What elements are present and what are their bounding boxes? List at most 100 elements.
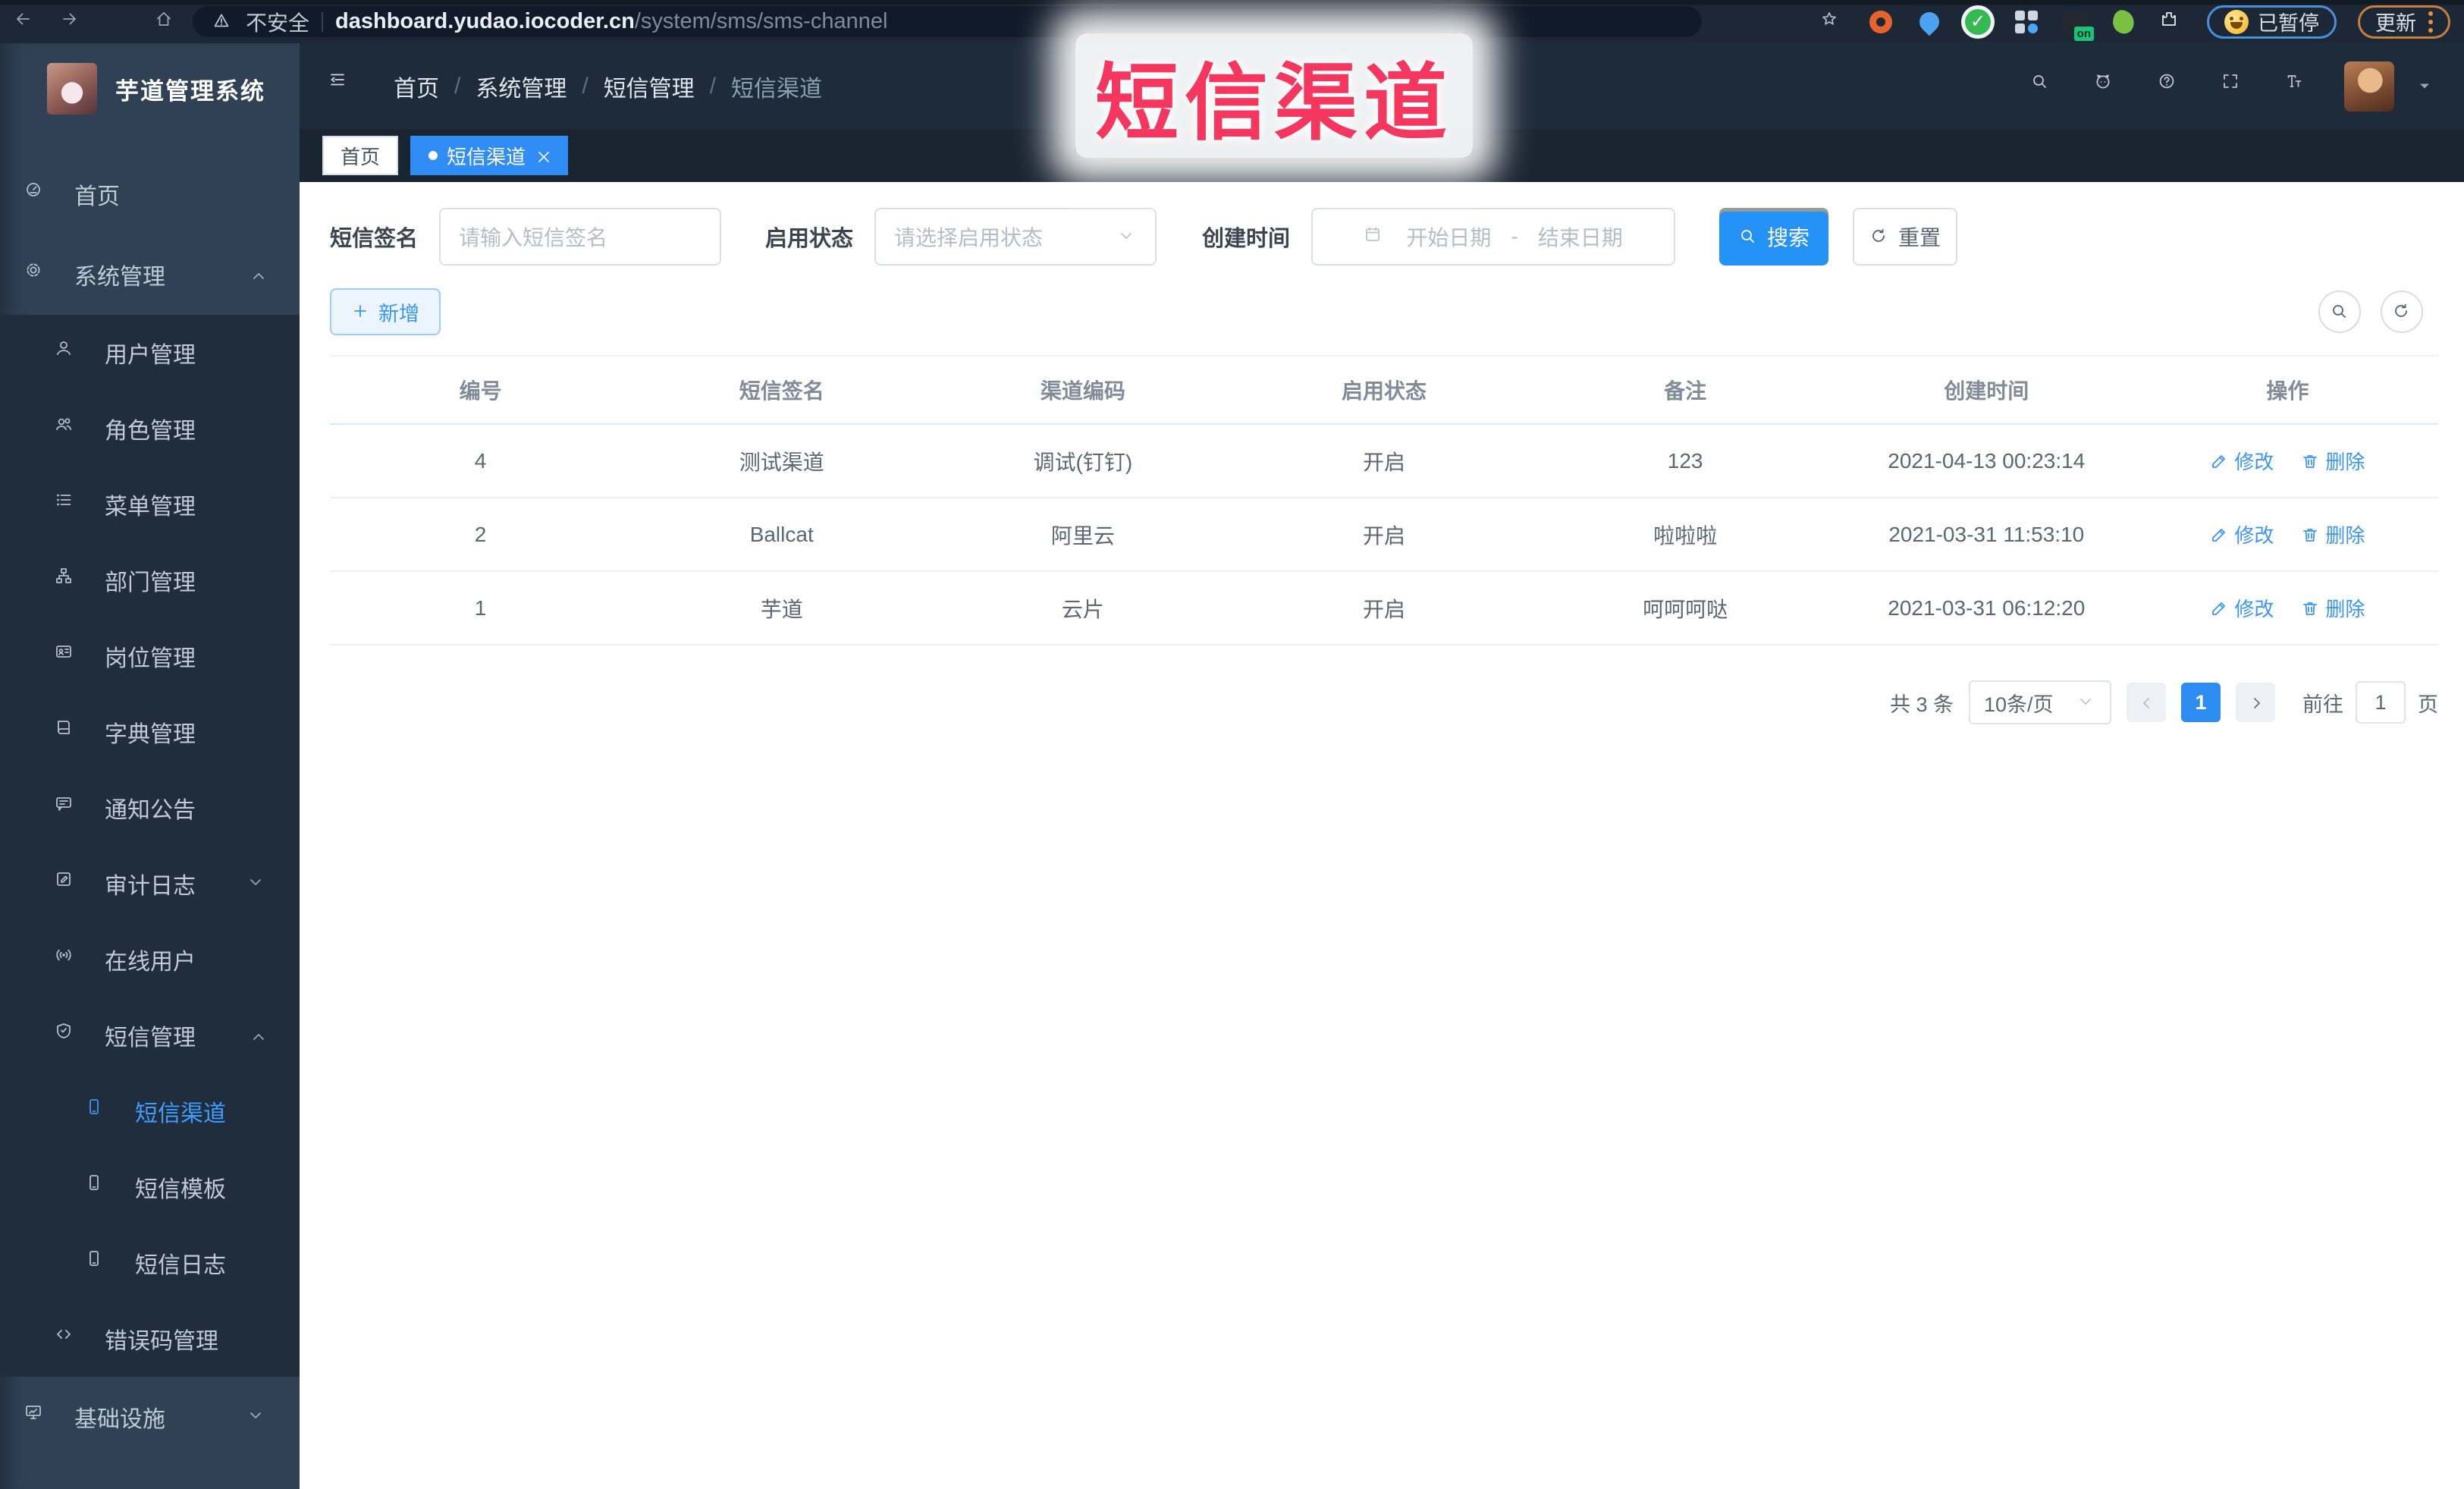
breadcrumb-item[interactable]: 短信管理	[604, 70, 695, 103]
sidebar-item-roles[interactable]: 角色管理	[0, 391, 300, 466]
sidebar-item-infra[interactable]: 基础设施	[0, 1377, 300, 1457]
table-row: 4 测试渠道 调试(钉钉) 开启 123 2021-04-13 00:23:14…	[330, 425, 2438, 498]
active-dot	[428, 151, 438, 160]
home-icon[interactable]	[155, 10, 179, 34]
fullscreen-icon[interactable]	[2221, 72, 2250, 101]
edit-link[interactable]: 修改	[2210, 594, 2274, 622]
view-tab[interactable]: 短信渠道	[410, 136, 569, 175]
sidebar-item-system[interactable]: 系统管理	[0, 234, 300, 315]
extension-green-icon[interactable]	[2110, 8, 2137, 36]
app-title: 芋道管理系统	[115, 77, 265, 105]
edit-icon	[2212, 602, 2226, 615]
menu-item-label: 菜单管理	[105, 495, 196, 520]
hamburger-icon[interactable]	[328, 71, 360, 102]
extension-pin-icon[interactable]	[1915, 8, 1944, 36]
edit-link[interactable]: 修改	[2210, 447, 2274, 475]
update-button[interactable]: 更新	[2358, 5, 2450, 39]
chevron-icon	[253, 273, 264, 279]
paused-badge[interactable]: 已暂停	[2207, 5, 2337, 39]
sidebar-item-sms-channel[interactable]: 短信渠道	[0, 1073, 300, 1149]
page-size-select[interactable]: 10条/页	[1969, 680, 2111, 724]
menu-item-icon	[57, 872, 71, 886]
search-icon[interactable]	[2030, 72, 2059, 101]
sidebar-item-posts[interactable]: 岗位管理	[0, 618, 300, 694]
reload-icon[interactable]	[108, 10, 132, 34]
sidebar-item-menus[interactable]: 菜单管理	[0, 466, 300, 542]
menu-item-icon	[57, 1330, 71, 1339]
tab-label: 短信渠道	[447, 145, 526, 168]
sms-channel-table: 编号 短信签名 渠道编码 启用状态 备注 创建时间 操作 4 测试渠道 调试(钉钉) 开启 …	[330, 355, 2438, 646]
sidebar-item-home[interactable]: 首页	[0, 154, 300, 234]
goto-page-input[interactable]: 1	[2356, 681, 2406, 724]
sidebar-item-users[interactable]: 用户管理	[0, 315, 300, 391]
edit-icon	[2212, 528, 2226, 542]
breadcrumb-item[interactable]: 系统管理	[476, 70, 567, 103]
search-icon	[1741, 230, 1754, 243]
caret-down-icon[interactable]	[2415, 77, 2435, 96]
emoji-icon	[2224, 9, 2249, 34]
address-bar[interactable]: 不安全 dashboard.yudao.iocoder.cn/system/sm…	[193, 6, 1702, 37]
toggle-search-button[interactable]	[2318, 291, 2361, 333]
add-button[interactable]: 新增	[330, 288, 441, 335]
close-icon[interactable]	[535, 148, 550, 163]
next-page-button[interactable]	[2236, 683, 2275, 722]
edit-icon	[2212, 454, 2226, 468]
menu-item-label: 错误码管理	[105, 1329, 218, 1354]
sidebar-item-sms-template[interactable]: 短信模板	[0, 1149, 300, 1225]
delete-link[interactable]: 删除	[2301, 447, 2365, 475]
font-size-icon[interactable]	[2285, 72, 2314, 101]
help-icon[interactable]	[2158, 72, 2186, 101]
signature-input[interactable]: 请输入短信签名	[439, 208, 722, 265]
refresh-icon	[2395, 303, 2407, 317]
app-logo[interactable]: 芋道管理系统	[0, 43, 300, 133]
extensions-puzzle-icon[interactable]	[2158, 8, 2186, 36]
delete-link[interactable]: 删除	[2301, 520, 2365, 548]
back-icon[interactable]	[14, 10, 38, 34]
current-page[interactable]: 1	[2181, 683, 2221, 722]
avatar[interactable]	[2344, 61, 2394, 112]
tab-label: 首页	[341, 145, 381, 168]
cell-created: 2021-04-13 00:23:14	[1888, 448, 2086, 473]
filter-form: 短信签名 请输入短信签名 启用状态 请选择启用状态 创建时间 开始日期 - 结束…	[330, 208, 2438, 265]
reset-button[interactable]: 重置	[1853, 208, 1958, 265]
menu-item-icon	[56, 797, 71, 811]
sidebar-item-depts[interactable]: 部门管理	[0, 542, 300, 618]
refresh-table-button[interactable]	[2381, 291, 2423, 333]
menu-item-icon	[56, 493, 71, 507]
menu-item-label: 岗位管理	[105, 646, 196, 671]
extension-on-badge-icon[interactable]	[2061, 8, 2094, 41]
column-header: 渠道编码	[1040, 379, 1125, 403]
sidebar-item-sms-log[interactable]: 短信日志	[0, 1225, 300, 1301]
browser-menu-icon[interactable]	[2428, 11, 2433, 33]
prev-page-button[interactable]	[2127, 683, 2166, 722]
view-tab[interactable]: 首页	[322, 136, 399, 175]
sidebar-item-notice[interactable]: 通知公告	[0, 770, 300, 846]
sidebar-item-online-users[interactable]: 在线用户	[0, 922, 300, 997]
status-label: 启用状态	[765, 227, 854, 251]
status-select[interactable]: 请选择启用状态	[874, 208, 1157, 265]
trash-icon	[2303, 454, 2318, 468]
breadcrumb-item[interactable]: 首页	[394, 70, 439, 103]
sidebar-item-dict[interactable]: 字典管理	[0, 694, 300, 770]
delete-link[interactable]: 删除	[2301, 594, 2365, 622]
divider	[322, 11, 324, 32]
forward-icon[interactable]	[61, 10, 85, 34]
cell-status: 开启	[1362, 450, 1405, 474]
date-separator: -	[1511, 225, 1518, 248]
column-header: 编号	[459, 379, 502, 403]
cell-actions: 修改 删除	[2137, 594, 2438, 622]
extension-check-icon[interactable]: ✓	[1964, 8, 1992, 36]
menu-item-label: 审计日志	[105, 874, 196, 899]
sidebar-item-audit-log[interactable]: 审计日志	[0, 846, 300, 922]
bookmark-star-icon[interactable]	[1819, 8, 1846, 36]
breadcrumb-item[interactable]: 短信渠道	[731, 70, 822, 103]
search-button[interactable]: 搜索	[1719, 208, 1829, 265]
github-icon[interactable]	[2094, 72, 2123, 101]
extension-grid-icon[interactable]	[2013, 8, 2040, 36]
edit-link[interactable]: 修改	[2210, 520, 2274, 548]
sidebar-item-sms[interactable]: 短信管理	[0, 997, 300, 1073]
extension-orange-icon[interactable]	[1867, 8, 1894, 36]
sidebar-item-error-code[interactable]: 错误码管理	[0, 1301, 300, 1377]
date-range-picker[interactable]: 开始日期 - 结束日期	[1311, 208, 1676, 265]
menu-item-label: 短信管理	[105, 1026, 196, 1051]
